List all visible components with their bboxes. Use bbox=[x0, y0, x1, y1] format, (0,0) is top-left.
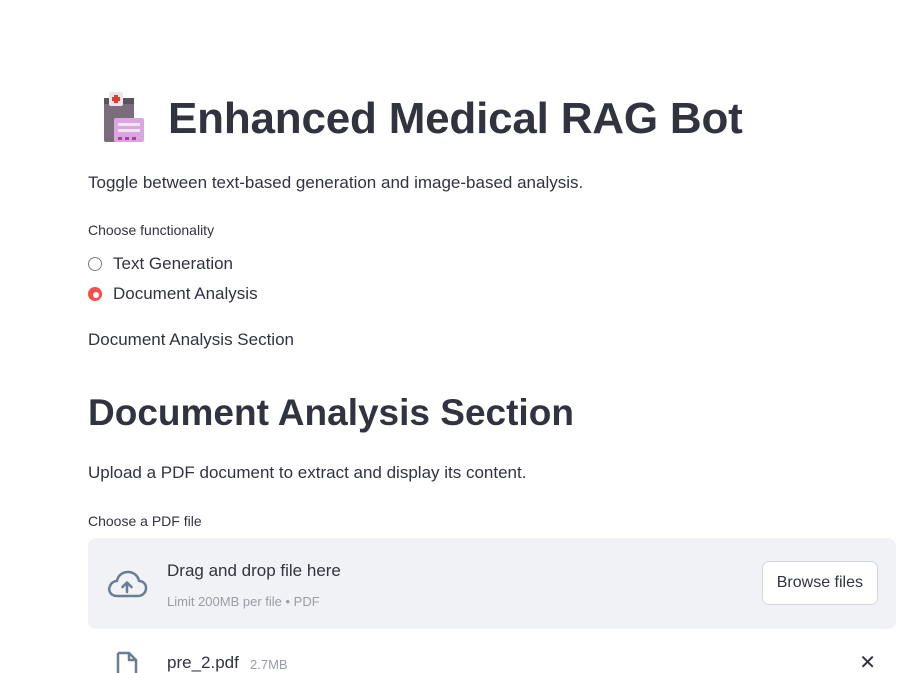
file-name: pre_2.pdf bbox=[167, 653, 239, 672]
close-icon[interactable]: ✕ bbox=[859, 653, 876, 673]
radio-document-analysis[interactable]: Document Analysis bbox=[88, 284, 258, 304]
app-page: Enhanced Medical RAG Bot Toggle between … bbox=[0, 0, 923, 673]
page-description: Toggle between text-based generation and… bbox=[88, 173, 584, 192]
page-title: Enhanced Medical RAG Bot bbox=[168, 94, 743, 143]
radio-label[interactable]: Text Generation bbox=[113, 254, 233, 274]
section-caption: Document Analysis Section bbox=[88, 330, 294, 349]
radio-checked-icon[interactable] bbox=[88, 287, 102, 301]
functionality-label: Choose functionality bbox=[88, 222, 215, 238]
radio-text-generation[interactable]: Text Generation bbox=[88, 254, 233, 274]
dropzone-limit: Limit 200MB per file • PDF bbox=[167, 594, 320, 609]
file-dropzone[interactable]: Drag and drop file here Limit 200MB per … bbox=[88, 538, 896, 629]
cloud-upload-icon bbox=[108, 570, 148, 598]
uploader-label: Choose a PDF file bbox=[88, 513, 202, 529]
dropzone-instructions: Drag and drop file here bbox=[167, 561, 341, 580]
section-title: Document Analysis Section bbox=[88, 392, 574, 433]
radio-unchecked-icon[interactable] bbox=[88, 257, 102, 271]
file-icon bbox=[116, 651, 138, 673]
radio-label[interactable]: Document Analysis bbox=[113, 284, 258, 304]
file-size: 2.7MB bbox=[250, 657, 288, 672]
browse-files-button[interactable]: Browse files bbox=[761, 561, 878, 605]
uploaded-file-row: pre_2.pdf 2.7MB ✕ bbox=[88, 645, 896, 673]
section-description: Upload a PDF document to extract and dis… bbox=[88, 463, 527, 482]
medical-chart-icon bbox=[104, 92, 144, 142]
title-row: Enhanced Medical RAG Bot bbox=[100, 92, 743, 146]
